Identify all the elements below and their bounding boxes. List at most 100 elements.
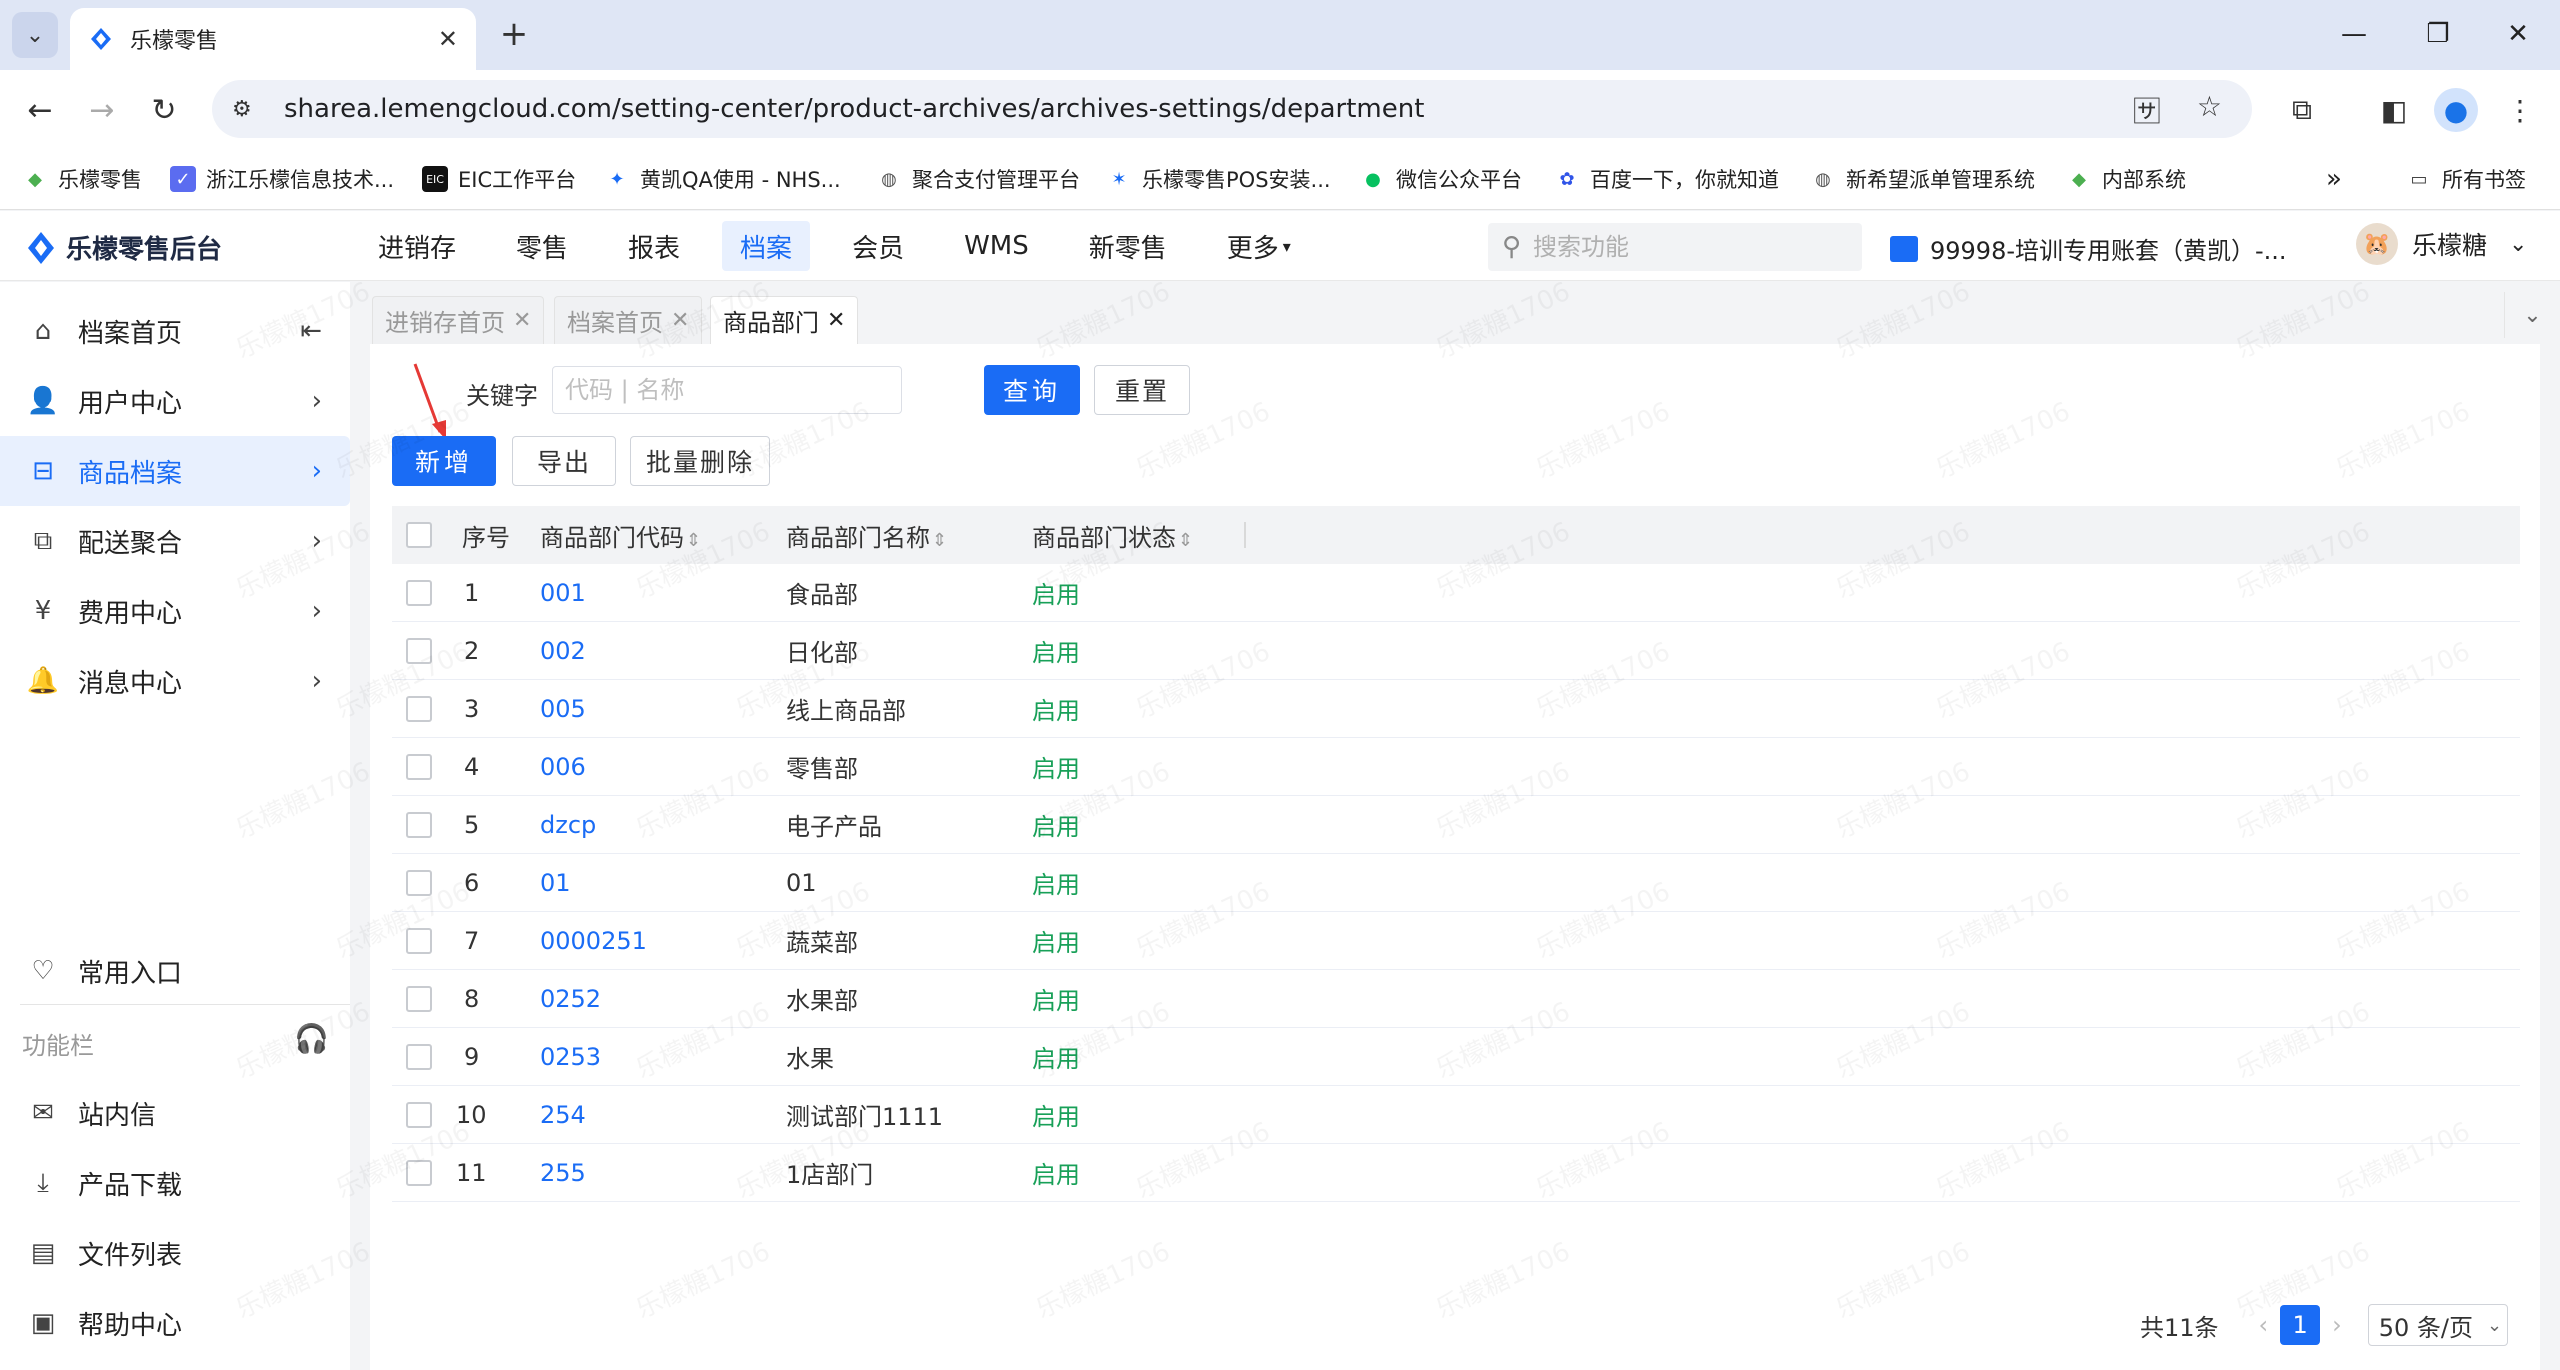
nav-item-reports[interactable]: 报表 [610, 221, 698, 271]
row-index: 11 [456, 1158, 487, 1187]
sidebar-item-archives-home[interactable]: ⌂ 档案首页 ⇤ [0, 296, 350, 366]
more-menu-icon[interactable]: ⋮ [2498, 88, 2542, 132]
bookmark-item[interactable]: ◆ 乐檬零售 [22, 164, 142, 194]
close-icon[interactable]: ✕ [513, 308, 531, 333]
more-bookmarks-button[interactable]: » [2326, 164, 2342, 194]
row-checkbox[interactable] [406, 1043, 432, 1070]
bookmark-item[interactable]: EIC EIC工作平台 [422, 164, 576, 194]
header-code[interactable]: 商品部门代码 ⇕ [540, 518, 701, 553]
sidebar-item-help-center[interactable]: ▣ 帮助中心 [0, 1288, 350, 1358]
close-icon[interactable]: ✕ [671, 308, 689, 333]
header-name[interactable]: 商品部门名称 ⇕ [786, 518, 947, 553]
bookmark-item[interactable]: ✦ 黄凯QA使用 - NHS... [604, 164, 840, 194]
row-code-link[interactable]: 0000251 [540, 927, 647, 955]
bookmark-item[interactable]: ◍ 新希望派单管理系统 [1810, 164, 2035, 194]
all-bookmarks-button[interactable]: ▭ 所有书签 [2406, 164, 2526, 194]
row-code-link[interactable]: 001 [540, 579, 586, 607]
tab-product-department[interactable]: 商品部门 ✕ [710, 296, 859, 344]
row-code-link[interactable]: 0252 [540, 985, 601, 1013]
next-page-icon[interactable]: › [2332, 1311, 2342, 1339]
row-code-link[interactable]: 002 [540, 637, 586, 665]
address-bar[interactable]: ⚙ sharea.lemengcloud.com/setting-center/… [212, 80, 2252, 138]
query-button[interactable]: 查询 [984, 365, 1080, 415]
nav-item-new-retail[interactable]: 新零售 [1071, 221, 1185, 271]
headset-icon[interactable]: 🎧 [294, 1022, 329, 1055]
row-code-link[interactable]: dzcp [540, 811, 596, 839]
user-menu[interactable]: 🐹 乐檬糖 ⌄ [2356, 223, 2527, 265]
bookmark-item[interactable]: ✓ 浙江乐檬信息技术... [170, 164, 394, 194]
restore-button[interactable]: ❐ [2410, 14, 2466, 54]
select-all-checkbox[interactable] [406, 522, 432, 548]
profile-avatar-icon[interactable]: ● [2434, 88, 2478, 132]
bookmark-star-icon[interactable]: ☆ [2197, 90, 2222, 130]
sidebar-item-favorites[interactable]: ♡ 常用入口 [0, 936, 350, 1006]
sidebar-item-product-archives[interactable]: ⊟ 商品档案 › [0, 436, 350, 506]
side-panel-icon[interactable]: ◧ [2372, 88, 2416, 132]
app-logo[interactable]: 乐檬零售后台 [26, 229, 222, 266]
sort-icon: ⇕ [686, 529, 702, 551]
row-checkbox[interactable] [406, 869, 432, 896]
reset-button[interactable]: 重置 [1094, 365, 1190, 415]
row-checkbox[interactable] [406, 811, 432, 838]
window-close-button[interactable]: ✕ [2490, 14, 2546, 54]
row-code-link[interactable]: 01 [540, 869, 571, 897]
back-button[interactable]: ← [18, 88, 62, 132]
bookmark-item[interactable]: ✿ 百度一下，你就知道 [1554, 164, 1779, 194]
page-size-select[interactable]: 50 条/页 ⌄ [2367, 1304, 2508, 1346]
function-search-input[interactable] [1533, 233, 1834, 261]
close-icon[interactable]: ✕ [827, 308, 845, 333]
sidebar-item-distribution[interactable]: ⧉ 配送聚合 › [0, 506, 350, 576]
nav-item-retail[interactable]: 零售 [498, 221, 586, 271]
sidebar-item-downloads[interactable]: ⤓ 产品下载 [0, 1148, 350, 1218]
sidebar-item-user-center[interactable]: 👤 用户中心 › [0, 366, 350, 436]
row-checkbox[interactable] [406, 753, 432, 780]
row-checkbox[interactable] [406, 637, 432, 664]
row-code-link[interactable]: 254 [540, 1101, 586, 1129]
sidebar-item-expense-center[interactable]: ¥ 费用中心 › [0, 576, 350, 646]
row-checkbox[interactable] [406, 579, 432, 606]
row-code-link[interactable]: 255 [540, 1159, 586, 1187]
row-checkbox[interactable] [406, 985, 432, 1012]
bookmark-item[interactable]: ◆ 内部系统 [2066, 164, 2186, 194]
sidebar-item-inbox[interactable]: ✉ 站内信 [0, 1078, 350, 1148]
nav-item-archives[interactable]: 档案 [722, 221, 811, 271]
sidebar-item-file-list[interactable]: ▤ 文件列表 [0, 1218, 350, 1288]
row-checkbox[interactable] [406, 1101, 432, 1128]
prev-page-icon[interactable]: ‹ [2259, 1311, 2269, 1339]
browser-tab[interactable]: 乐檬零售 ✕ [70, 8, 476, 70]
bookmark-item[interactable]: ✶ 乐檬零售POS安装... [1106, 164, 1330, 194]
batch-delete-button[interactable]: 批量删除 [630, 436, 770, 486]
minimize-button[interactable]: — [2326, 14, 2382, 54]
tabs-dropdown-button[interactable]: ⌄ [2504, 292, 2560, 338]
row-code-link[interactable]: 0253 [540, 1043, 601, 1071]
page-number-current[interactable]: 1 [2280, 1305, 2321, 1345]
row-checkbox[interactable] [406, 1159, 432, 1186]
tab-archives-home[interactable]: 档案首页 ✕ [554, 296, 703, 344]
nav-item-wms[interactable]: WMS [946, 221, 1047, 271]
close-icon[interactable]: ✕ [438, 25, 458, 53]
translate-icon[interactable]: 🈂 [2133, 90, 2161, 130]
keyword-input[interactable] [552, 366, 902, 414]
bookmark-item[interactable]: ● 微信公众平台 [1360, 164, 1522, 194]
nav-item-inventory[interactable]: 进销存 [360, 221, 474, 271]
site-info-icon[interactable]: ⚙ [232, 97, 268, 122]
sidebar-item-message-center[interactable]: 🔔 消息中心 › [0, 646, 350, 716]
export-button[interactable]: 导出 [512, 436, 616, 486]
account-selector[interactable]: 99998-培训专用账套（黄凯）-... [1890, 231, 2287, 266]
tab-inventory-home[interactable]: 进销存首页 ✕ [372, 296, 545, 344]
nav-item-more[interactable]: 更多 ▾ [1209, 221, 1309, 271]
row-checkbox[interactable] [406, 695, 432, 722]
row-code-link[interactable]: 005 [540, 695, 586, 723]
forward-button[interactable]: → [80, 88, 124, 132]
extensions-icon[interactable]: ⧉ [2280, 88, 2324, 132]
bookmark-item[interactable]: ◍ 聚合支付管理平台 [876, 164, 1080, 194]
tab-search-button[interactable]: ⌄ [12, 12, 58, 58]
header-status[interactable]: 商品部门状态 ⇕ [1032, 518, 1193, 553]
nav-item-members[interactable]: 会员 [834, 221, 922, 271]
row-checkbox[interactable] [406, 927, 432, 954]
add-button[interactable]: 新增 [392, 436, 496, 486]
reload-button[interactable]: ↻ [142, 88, 186, 132]
new-tab-button[interactable]: + [494, 14, 534, 54]
row-code-link[interactable]: 006 [540, 753, 586, 781]
collapse-sidebar-icon[interactable]: ⇤ [300, 316, 322, 346]
